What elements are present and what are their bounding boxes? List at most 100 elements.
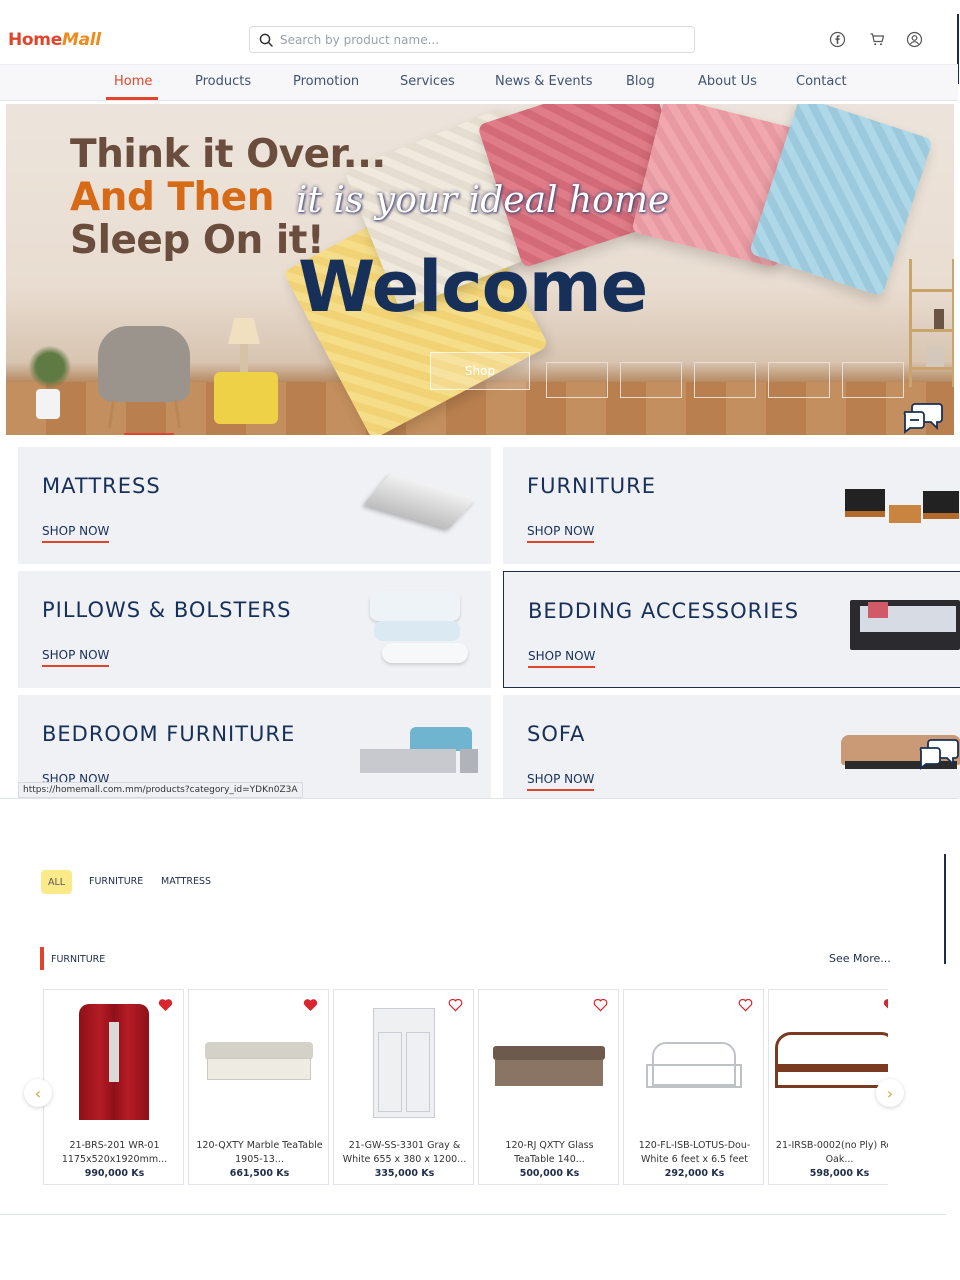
- shop-now-link[interactable]: SHOP NOW: [42, 524, 110, 543]
- product-image: [493, 1002, 605, 1120]
- product-price: 292,000 Ks: [664, 1168, 725, 1179]
- product-name: 21-BRS-201 WR-01 1175x520x1920mm...: [61, 1140, 168, 1165]
- product-price: 335,000 Ks: [374, 1168, 435, 1179]
- armchair: [98, 326, 190, 402]
- shop-now-link[interactable]: SHOP NOW: [528, 649, 596, 668]
- hero-banner: Think it Over... And Then Sleep On it! i…: [6, 104, 954, 435]
- favorite-heart-outline-icon[interactable]: [738, 998, 753, 1012]
- hero-welcome: Welcome: [298, 246, 648, 328]
- bedroom-image: [410, 727, 472, 751]
- category-title: SOFA: [527, 722, 586, 746]
- nav-news-events[interactable]: News & Events: [495, 74, 593, 89]
- category-card-furniture[interactable]: FURNITURE SHOP NOW: [503, 447, 960, 564]
- filter-furniture[interactable]: FURNITURE: [89, 876, 143, 887]
- user-icon[interactable]: [906, 31, 923, 48]
- wall-panel: [546, 362, 608, 398]
- search-box: [249, 26, 695, 53]
- category-card-pillows[interactable]: PILLOWS & BOLSTERS SHOP NOW: [18, 571, 491, 688]
- product-name: 120-RJ QXTY Glass TeaTable 140...: [505, 1140, 594, 1165]
- product-card[interactable]: 120-FL-ISB-LOTUS-Dou-White 6 feet x 6.5 …: [623, 989, 764, 1185]
- see-more-link[interactable]: See More...: [829, 952, 891, 965]
- hero-line-3: Sleep On it!: [70, 218, 325, 263]
- chat-icon[interactable]: [901, 400, 945, 434]
- product-image: [354, 1002, 454, 1120]
- scroll-indicator-2: [944, 854, 946, 964]
- logo-text-home: Home: [8, 30, 62, 50]
- plant-leaves: [26, 342, 74, 392]
- nav-services[interactable]: Services: [400, 74, 455, 89]
- category-title: BEDROOM FURNITURE: [42, 722, 296, 746]
- cart-icon[interactable]: [869, 31, 886, 48]
- carousel-indicator[interactable]: [124, 433, 174, 435]
- section-divider: [0, 798, 958, 799]
- pillows-image: [370, 591, 460, 621]
- favorite-heart-outline-icon[interactable]: [448, 998, 463, 1012]
- product-card[interactable]: 21-GW-SS-3301 Gray & White 655 x 380 x 1…: [333, 989, 474, 1185]
- link-status-bar: https://homemall.com.mm/products?categor…: [18, 782, 303, 798]
- nav-contact[interactable]: Contact: [796, 74, 847, 89]
- chevron-right-icon: ›: [886, 1083, 894, 1103]
- product-price: 598,000 Ks: [809, 1168, 870, 1179]
- hero-shop-button[interactable]: Shop: [430, 352, 530, 390]
- shop-now-link[interactable]: SHOP NOW: [527, 524, 595, 543]
- nav-promotion[interactable]: Promotion: [293, 74, 359, 89]
- bookshelf: [909, 259, 954, 387]
- wall-panel: [768, 362, 830, 398]
- carousel-prev-button[interactable]: ‹: [24, 1079, 52, 1107]
- carousel-next-button[interactable]: ›: [876, 1079, 904, 1107]
- category-title: MATTRESS: [42, 474, 161, 498]
- hero-line-1: Think it Over...: [70, 132, 386, 177]
- product-price: 990,000 Ks: [84, 1168, 145, 1179]
- active-nav-underline: [106, 97, 158, 100]
- favorite-heart-icon[interactable]: [303, 998, 318, 1012]
- category-title: FURNITURE: [527, 474, 657, 498]
- product-card[interactable]: 120-RJ QXTY Glass TeaTable 140... 500,00…: [478, 989, 619, 1185]
- category-title: PILLOWS & BOLSTERS: [42, 598, 292, 622]
- product-name: 120-FL-ISB-LOTUS-Dou-White 6 feet x 6.5 …: [638, 1140, 751, 1165]
- plant-pot: [36, 389, 60, 419]
- product-card[interactable]: 120-QXTY Marble TeaTable 1905-13... 661,…: [188, 989, 329, 1185]
- mattress-image: [363, 472, 477, 530]
- category-card-mattress[interactable]: MATTRESS SHOP NOW: [18, 447, 491, 564]
- hero-line-2: And Then: [70, 175, 275, 220]
- favorite-heart-icon[interactable]: [883, 998, 888, 1012]
- product-price: 661,500 Ks: [229, 1168, 290, 1179]
- nav-blog[interactable]: Blog: [626, 74, 655, 89]
- search-input[interactable]: [280, 30, 680, 50]
- product-card[interactable]: 21-IRSB-0002(no Ply) Rose Oak... 598,000…: [768, 989, 888, 1185]
- product-image: [64, 1002, 164, 1120]
- product-image: [205, 1002, 313, 1120]
- lamp: [228, 318, 260, 344]
- chat-icon-2[interactable]: [917, 736, 960, 770]
- favorite-heart-outline-icon[interactable]: [593, 998, 608, 1012]
- product-name: 21-GW-SS-3301 Gray & White 655 x 380 x 1…: [342, 1140, 467, 1165]
- furniture-image: [845, 489, 885, 517]
- product-image: [775, 1002, 888, 1120]
- wall-panel: [842, 362, 904, 398]
- filter-all[interactable]: ALL: [41, 870, 72, 894]
- category-card-sofa[interactable]: SOFA SHOP NOW: [503, 695, 960, 799]
- wall-panel: [694, 362, 756, 398]
- product-image: [644, 1002, 744, 1120]
- section-title: FURNITURE: [51, 954, 106, 965]
- homemall-logo[interactable]: HomeMall: [8, 30, 101, 50]
- facebook-icon[interactable]: [829, 31, 846, 48]
- logo-text-mall: Mall: [61, 30, 101, 50]
- product-carousel: 21-BRS-201 WR-01 1175x520x1920mm... 990,…: [43, 989, 888, 1185]
- product-price: 500,000 Ks: [519, 1168, 580, 1179]
- nav-home[interactable]: Home: [114, 74, 152, 89]
- filter-mattress[interactable]: MATTRESS: [161, 876, 211, 887]
- wall-panel: [620, 362, 682, 398]
- product-name: 21-IRSB-0002(no Ply) Rose Oak...: [775, 1140, 888, 1165]
- nav-products[interactable]: Products: [195, 74, 251, 89]
- chevron-left-icon: ‹: [34, 1083, 42, 1103]
- bottom-divider: [0, 1214, 946, 1215]
- product-card[interactable]: 21-BRS-201 WR-01 1175x520x1920mm... 990,…: [43, 989, 184, 1185]
- shop-now-link[interactable]: SHOP NOW: [527, 772, 595, 791]
- shop-now-link[interactable]: SHOP NOW: [42, 648, 110, 667]
- category-card-bedding-accessories[interactable]: BEDDING ACCESSORIES SHOP NOW: [503, 571, 960, 688]
- search-icon: [259, 33, 273, 47]
- side-table: [214, 372, 278, 424]
- favorite-heart-icon[interactable]: [158, 998, 173, 1012]
- nav-about-us[interactable]: About Us: [698, 74, 757, 89]
